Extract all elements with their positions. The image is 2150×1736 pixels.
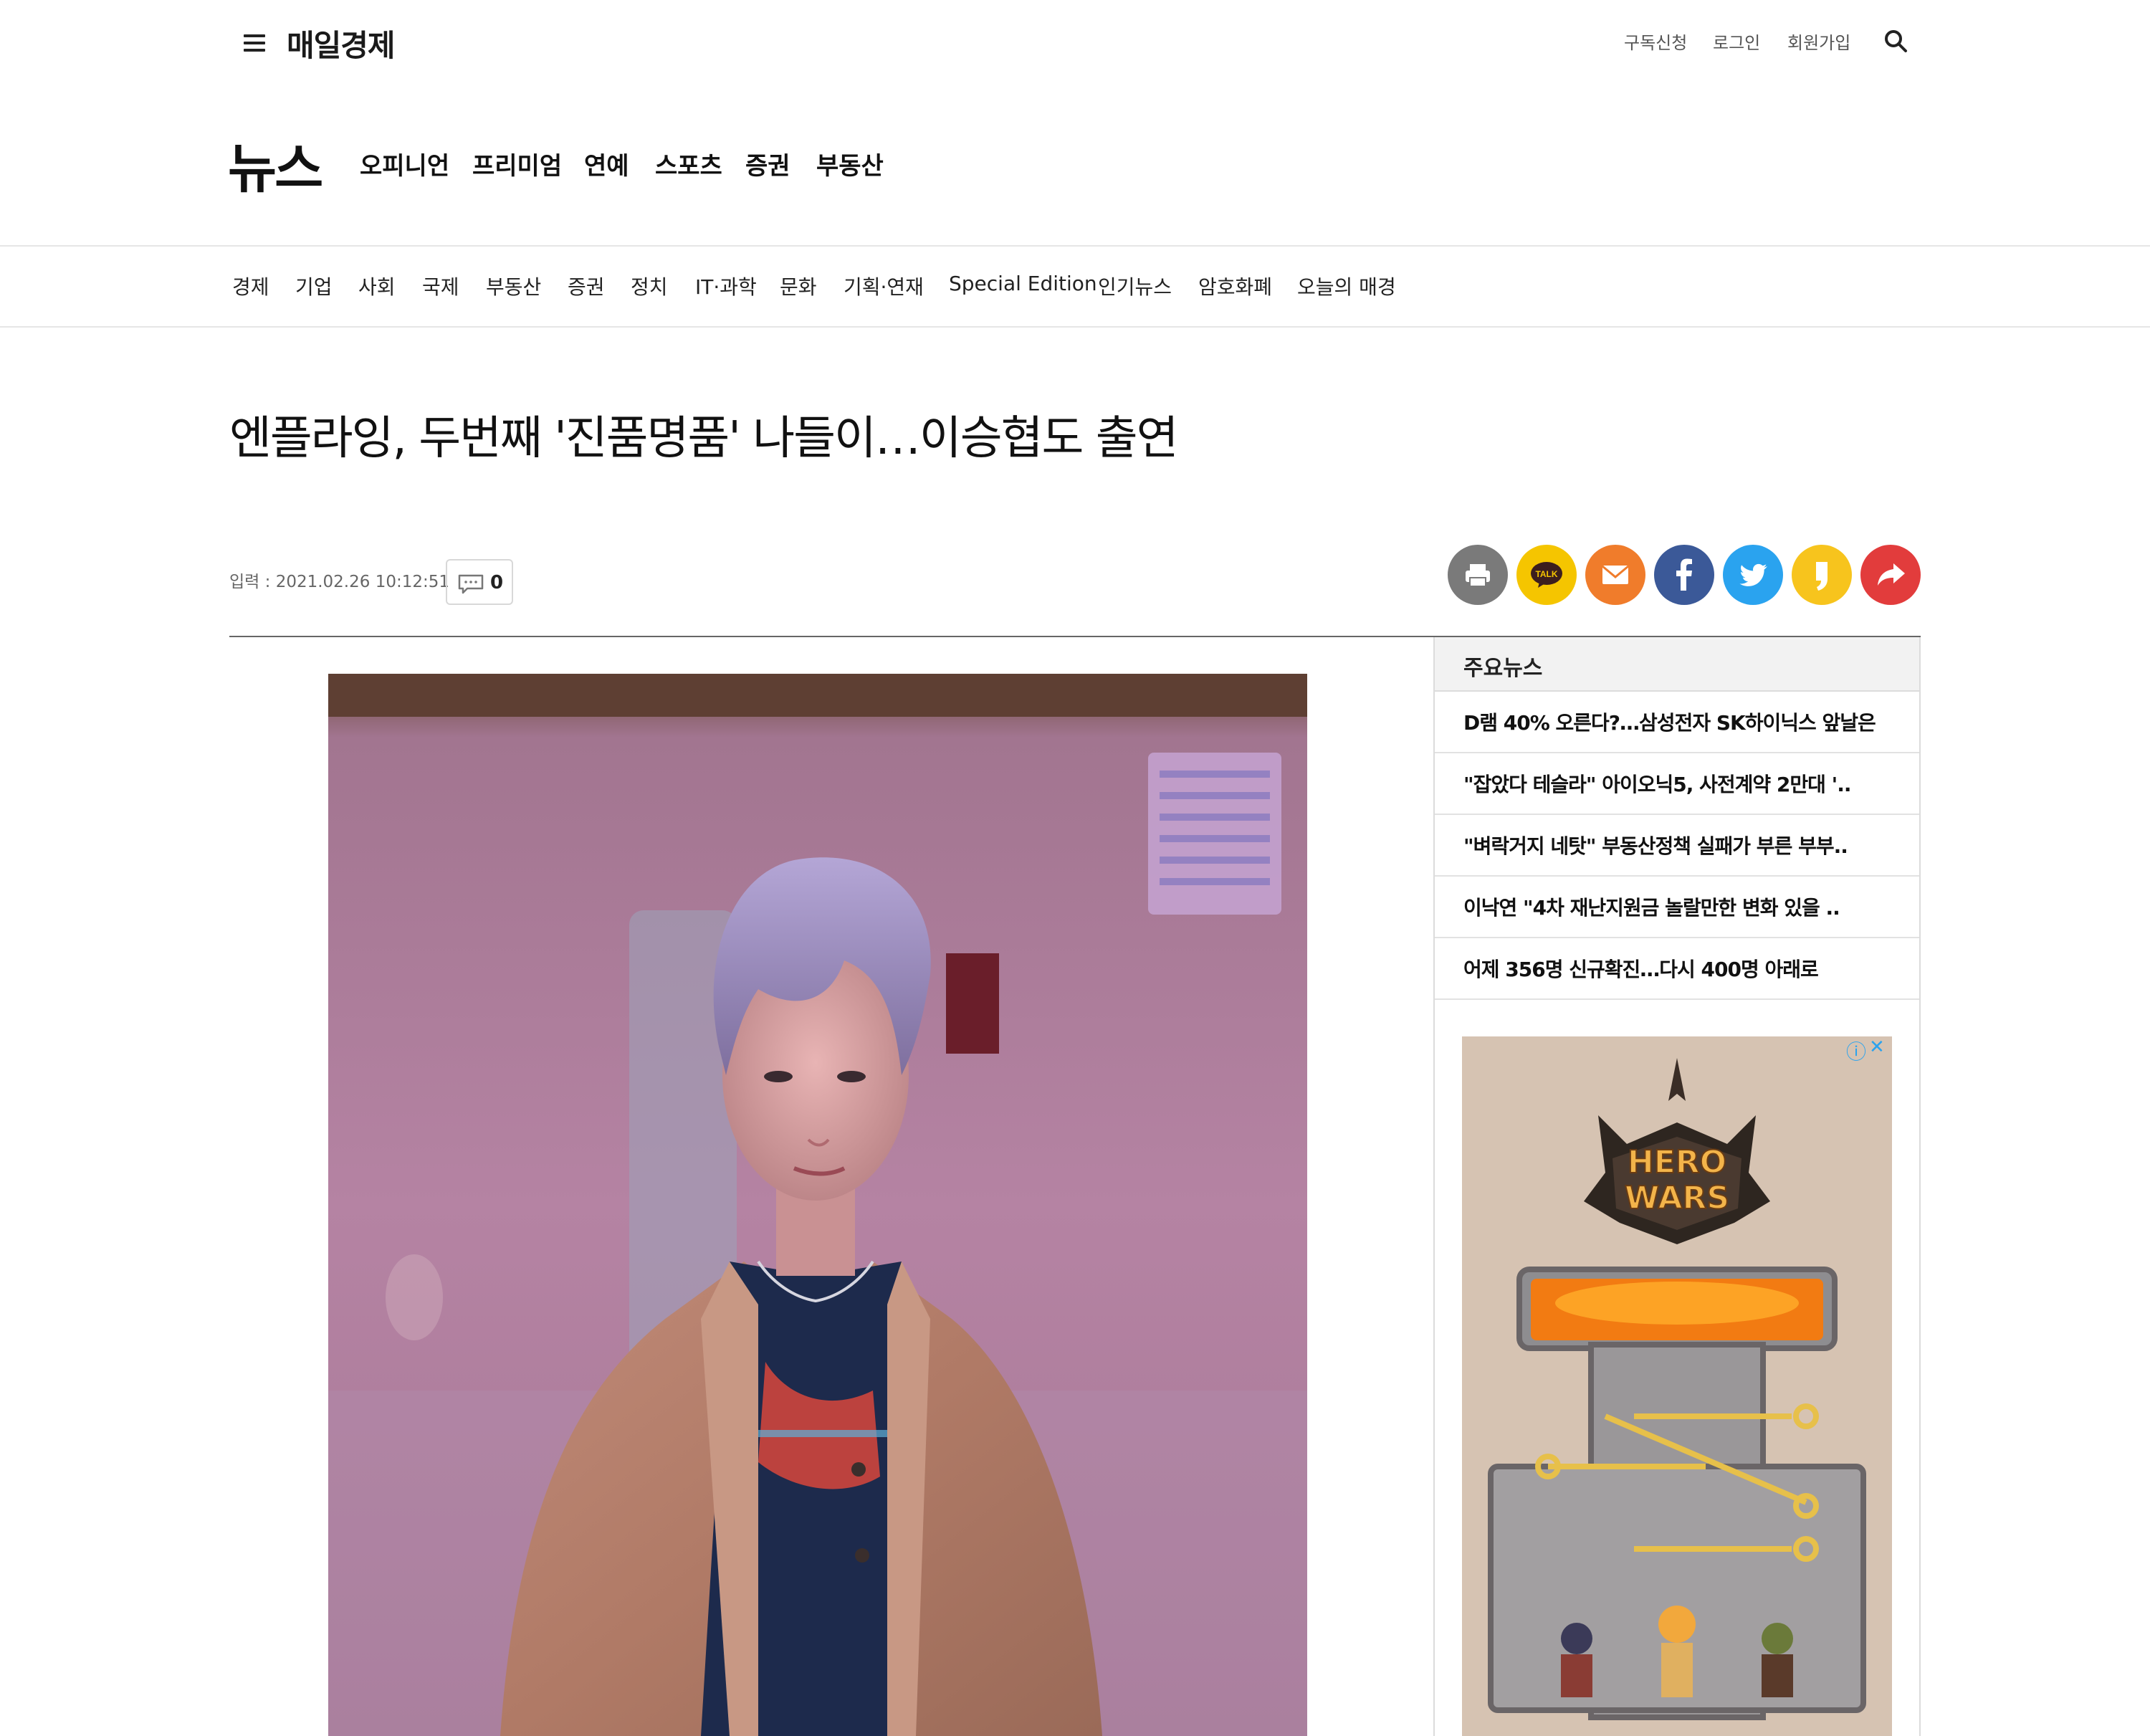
top-news-item[interactable]: D램 40% 오른다?…삼성전자 SK하이닉스 앞날은 [1435,692,1919,753]
nav-entertainment[interactable]: 연예 [584,146,629,181]
ad-info-icon[interactable]: ⓘ [1846,1036,1866,1065]
facebook-share-button[interactable] [1654,545,1714,605]
article-date: 입력 : 2021.02.26 10:12:51 [229,573,449,591]
top-news-headline: "벼락거지 네탓" 부동산정책 실패가 부른 부부.. [1463,834,1848,858]
ad-close-icon[interactable]: ✕ [1869,1036,1885,1058]
kakaostory-icon [1792,545,1852,605]
subnav-series[interactable]: 기획·연재 [844,272,924,300]
svg-text:WARS: WARS [1625,1180,1729,1216]
top-news-headline: 어제 356명 신규확진…다시 400명 아래로 [1463,958,1819,981]
kakaotalk-icon: TALK [1516,545,1577,605]
menu-icon[interactable] [244,34,265,52]
share-button[interactable] [1860,545,1921,605]
share-icon [1860,545,1921,605]
nav-opinion[interactable]: 오피니언 [360,146,449,181]
article-headline: 엔플라잉, 두번째 '진품명품' 나들이…이승협도 출연 [229,412,1179,465]
section-title[interactable]: 뉴스 [228,126,323,203]
facebook-icon [1654,545,1714,605]
kakaotalk-share-button[interactable]: TALK [1516,545,1577,605]
comment-button[interactable]: 0 [446,559,513,605]
subnav-crypto[interactable]: 암호화폐 [1198,272,1272,300]
print-icon [1448,545,1508,605]
subnav-it-science[interactable]: IT·과학 [695,272,757,300]
top-news-item[interactable]: "잡았다 테슬라" 아이오닉5, 사전계약 2만대 '.. [1435,753,1919,815]
top-news-item[interactable]: "벼락거지 네탓" 부동산정책 실패가 부른 부부.. [1435,815,1919,877]
subnav-divider [0,326,2150,328]
email-share-button[interactable] [1585,545,1645,605]
subnav-politics[interactable]: 정치 [631,272,668,300]
site-logo[interactable]: 매일경제 [287,22,396,65]
subnav-today[interactable]: 오늘의 매경 [1297,272,1396,300]
subscribe-link[interactable]: 구독신청 [1624,29,1687,54]
top-news-headline: 이낙연 "4차 재난지원금 놀랄만한 변화 있을 .. [1463,896,1840,920]
nav-stocks[interactable]: 증권 [745,146,790,181]
sidebar-header: 주요뉴스 [1435,637,1919,692]
subnav-realestate[interactable]: 부동산 [486,272,541,300]
search-icon[interactable] [1883,29,1908,53]
top-news-headline: D램 40% 오른다?…삼성전자 SK하이닉스 앞날은 [1463,711,1876,735]
subnav-business[interactable]: 기업 [295,272,333,300]
subnav-society[interactable]: 사회 [358,272,396,300]
subnav-popular[interactable]: 인기뉴스 [1098,272,1172,300]
subnav-stocks[interactable]: 증권 [568,272,605,300]
comment-icon [458,574,484,594]
svg-text:TALK: TALK [1535,569,1557,579]
subnav-economy[interactable]: 경제 [232,272,269,300]
nav-sports[interactable]: 스포츠 [655,146,722,181]
twitter-share-button[interactable] [1723,545,1783,605]
subnav-special-edition[interactable]: Special Edition [949,272,1097,295]
svg-text:HERO: HERO [1628,1144,1726,1181]
article-photo [328,674,1307,1736]
subnav-culture[interactable]: 문화 [780,272,817,300]
nav-premium[interactable]: 프리미엄 [472,146,562,181]
top-news-item[interactable]: 이낙연 "4차 재난지원금 놀랄만한 변화 있을 .. [1435,877,1919,938]
top-news-headline: "잡았다 테슬라" 아이오닉5, 사전계약 2만대 '.. [1463,773,1852,796]
sidebar-title: 주요뉴스 [1463,656,1543,681]
email-icon [1585,545,1645,605]
twitter-icon [1723,545,1783,605]
login-link[interactable]: 로그인 [1713,29,1760,54]
print-button[interactable] [1448,545,1508,605]
subnav-world[interactable]: 국제 [422,272,459,300]
advertisement[interactable]: HERO WARS ⓘ ✕ [1462,1036,1892,1736]
comment-count: 0 [490,572,504,593]
kakaostory-share-button[interactable] [1792,545,1852,605]
signup-link[interactable]: 회원가입 [1787,29,1850,54]
top-news-item[interactable]: 어제 356명 신규확진…다시 400명 아래로 [1435,938,1919,1000]
nav-realestate[interactable]: 부동산 [816,146,884,181]
nav-divider [0,245,2150,247]
